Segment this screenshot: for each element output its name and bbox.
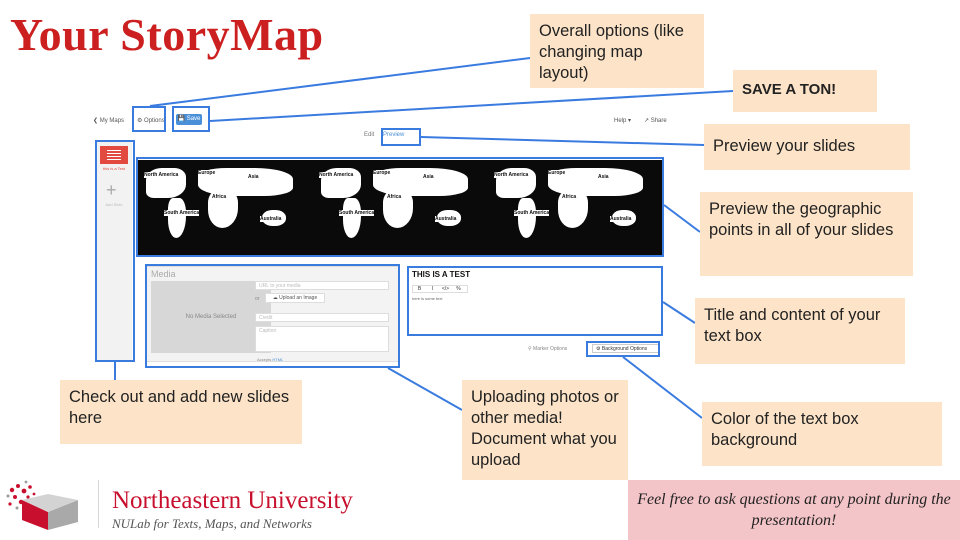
- university-name: Northeastern University: [112, 487, 353, 514]
- lab-name: NULab for Texts, Maps, and Networks: [112, 516, 312, 531]
- callout-preview-points: Preview the geographic points in all of …: [700, 192, 913, 276]
- my-maps-link[interactable]: ❮ My Maps: [93, 117, 124, 124]
- help-menu[interactable]: Help ▾: [614, 117, 631, 124]
- tab-edit[interactable]: Edit: [364, 132, 374, 138]
- questions-note: Feel free to ask questions at any point …: [628, 480, 960, 540]
- highlight-options: [132, 106, 166, 132]
- callout-save: SAVE A TON!: [733, 70, 877, 112]
- share-button[interactable]: ↗ Share: [644, 117, 667, 124]
- marker-options-button[interactable]: ⚲ Marker Options: [528, 346, 567, 352]
- callout-preview-slides: Preview your slides: [704, 124, 910, 170]
- highlight-preview: [381, 128, 421, 146]
- callout-add-slides: Check out and add new slides here: [60, 380, 302, 444]
- northeastern-logo-icon: [6, 480, 78, 530]
- callout-uploading: Uploading photos or other media! Documen…: [462, 380, 628, 480]
- footer-divider: [98, 480, 99, 528]
- callout-title-content: Title and content of your text box: [695, 298, 905, 364]
- callout-overall-options: Overall options (like changing map layou…: [530, 14, 704, 88]
- highlight-save: [172, 106, 210, 132]
- highlight-slide-list: [95, 140, 135, 362]
- highlight-background-options: [586, 341, 660, 357]
- highlight-textbox: [407, 266, 663, 336]
- highlight-map: [136, 157, 664, 257]
- slide-title: Your StoryMap: [10, 9, 324, 60]
- callout-color-background: Color of the text box background: [702, 402, 942, 466]
- highlight-media: [145, 264, 400, 368]
